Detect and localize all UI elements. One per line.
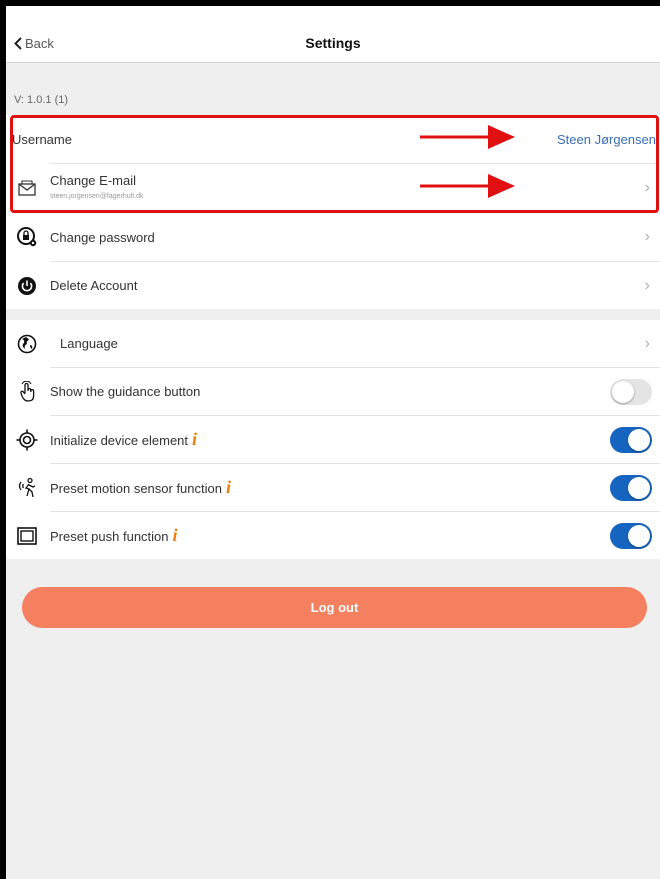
- delete-account-row[interactable]: Delete Account ›: [6, 262, 660, 309]
- navigation-bar: Back Settings: [6, 6, 660, 63]
- guidance-toggle[interactable]: [610, 378, 652, 405]
- power-icon: [16, 275, 38, 297]
- toggle-knob: [612, 380, 634, 403]
- guidance-row: Show the guidance button: [6, 368, 660, 415]
- language-label: Language: [60, 336, 118, 351]
- annotation-highlight-box: [10, 115, 659, 213]
- initialize-label-wrap: Initialize device element i: [50, 429, 197, 450]
- push-label-wrap: Preset push function i: [50, 525, 178, 546]
- preferences-group: Language › Show the guidance button Init…: [6, 320, 660, 559]
- change-password-row[interactable]: Change password ›: [6, 213, 660, 261]
- delete-account-label: Delete Account: [50, 278, 138, 293]
- page-title: Settings: [305, 35, 361, 51]
- chevron-right-icon: ›: [644, 228, 650, 245]
- guidance-label: Show the guidance button: [50, 384, 201, 399]
- initialize-label: Initialize device element: [50, 433, 189, 448]
- target-icon: [16, 429, 38, 451]
- initialize-toggle[interactable]: [610, 426, 652, 453]
- push-toggle[interactable]: [610, 522, 652, 549]
- motion-label-wrap: Preset motion sensor function i: [50, 477, 231, 498]
- push-button-icon: [16, 525, 38, 547]
- hand-pointer-icon: [16, 380, 38, 403]
- change-password-label: Change password: [50, 229, 155, 245]
- globe-icon: [16, 333, 38, 355]
- annotation-arrow-icon: [420, 125, 515, 149]
- push-label: Preset push function: [50, 529, 169, 544]
- info-icon[interactable]: i: [192, 429, 197, 449]
- initialize-row: Initialize device element i: [6, 416, 660, 463]
- chevron-right-icon: ›: [644, 276, 650, 294]
- toggle-knob: [628, 428, 650, 451]
- motion-label: Preset motion sensor function: [50, 481, 222, 496]
- settings-screen: Back Settings V: 1.0.1 (1) Username Stee…: [6, 6, 660, 879]
- logout-button[interactable]: Log out: [22, 587, 647, 628]
- motion-toggle[interactable]: [610, 474, 652, 501]
- lock-gear-icon: [16, 226, 38, 248]
- annotation-arrow-icon: [420, 174, 515, 198]
- chevron-right-icon: ›: [644, 334, 650, 352]
- motion-sensor-icon: [16, 477, 38, 499]
- toggle-knob: [628, 524, 650, 547]
- info-icon[interactable]: i: [173, 525, 178, 545]
- info-icon[interactable]: i: [226, 477, 231, 497]
- app-version: V: 1.0.1 (1): [14, 94, 69, 106]
- push-row: Preset push function i: [6, 512, 660, 559]
- toggle-knob: [628, 476, 650, 499]
- language-row[interactable]: Language ›: [6, 320, 660, 367]
- motion-row: Preset motion sensor function i: [6, 464, 660, 511]
